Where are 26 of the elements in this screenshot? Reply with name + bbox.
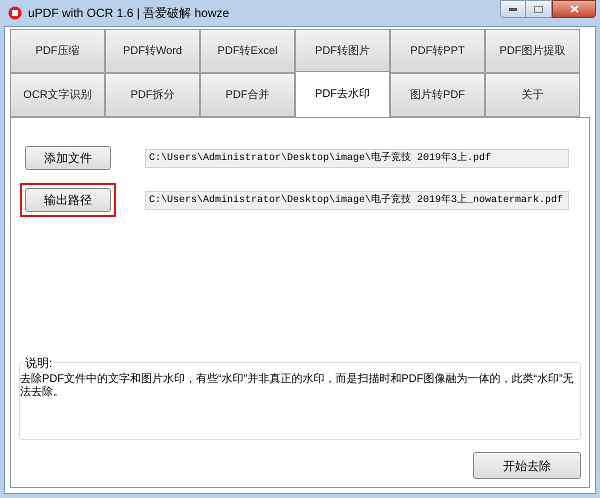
tab[interactable]: PDF压缩 — [10, 29, 105, 73]
close-icon — [570, 5, 578, 13]
minimize-icon — [509, 8, 517, 10]
tab[interactable]: PDF转Excel — [200, 29, 295, 73]
tab[interactable]: PDF转Word — [105, 29, 200, 73]
start-button[interactable]: 开始去除 — [473, 452, 581, 479]
maximize-button[interactable] — [526, 0, 552, 18]
path-field[interactable]: C:\Users\Administrator\Desktop\image\电子竞技 2019年3上_nowatermark.pdf — [145, 190, 569, 210]
group-title: 说明: — [23, 354, 54, 372]
tab[interactable]: PDF拆分 — [105, 73, 200, 117]
maximize-icon — [534, 6, 543, 12]
app-logo-icon — [8, 6, 22, 20]
window-title: uPDF with OCR 1.6 | 吾爱破解 howze — [28, 5, 230, 22]
file-button[interactable]: 输出路径 — [25, 188, 111, 212]
tab[interactable]: PDF图片提取 — [485, 29, 580, 73]
tab[interactable]: PDF合并 — [200, 73, 295, 117]
tab[interactable]: 关于 — [485, 73, 580, 117]
tab[interactable]: PDF去水印 — [295, 71, 390, 117]
close-button[interactable] — [552, 0, 596, 18]
tab[interactable]: PDF转PPT — [390, 29, 485, 73]
file-button[interactable]: 添加文件 — [25, 146, 111, 170]
tab[interactable]: 图片转PDF — [390, 73, 485, 117]
minimize-button[interactable] — [500, 0, 526, 18]
tab[interactable]: PDF转图片 — [295, 29, 390, 73]
tab[interactable]: OCR文字识别 — [10, 73, 105, 117]
path-field[interactable]: C:\Users\Administrator\Desktop\image\电子竞技 2019年3上.pdf — [145, 148, 569, 168]
